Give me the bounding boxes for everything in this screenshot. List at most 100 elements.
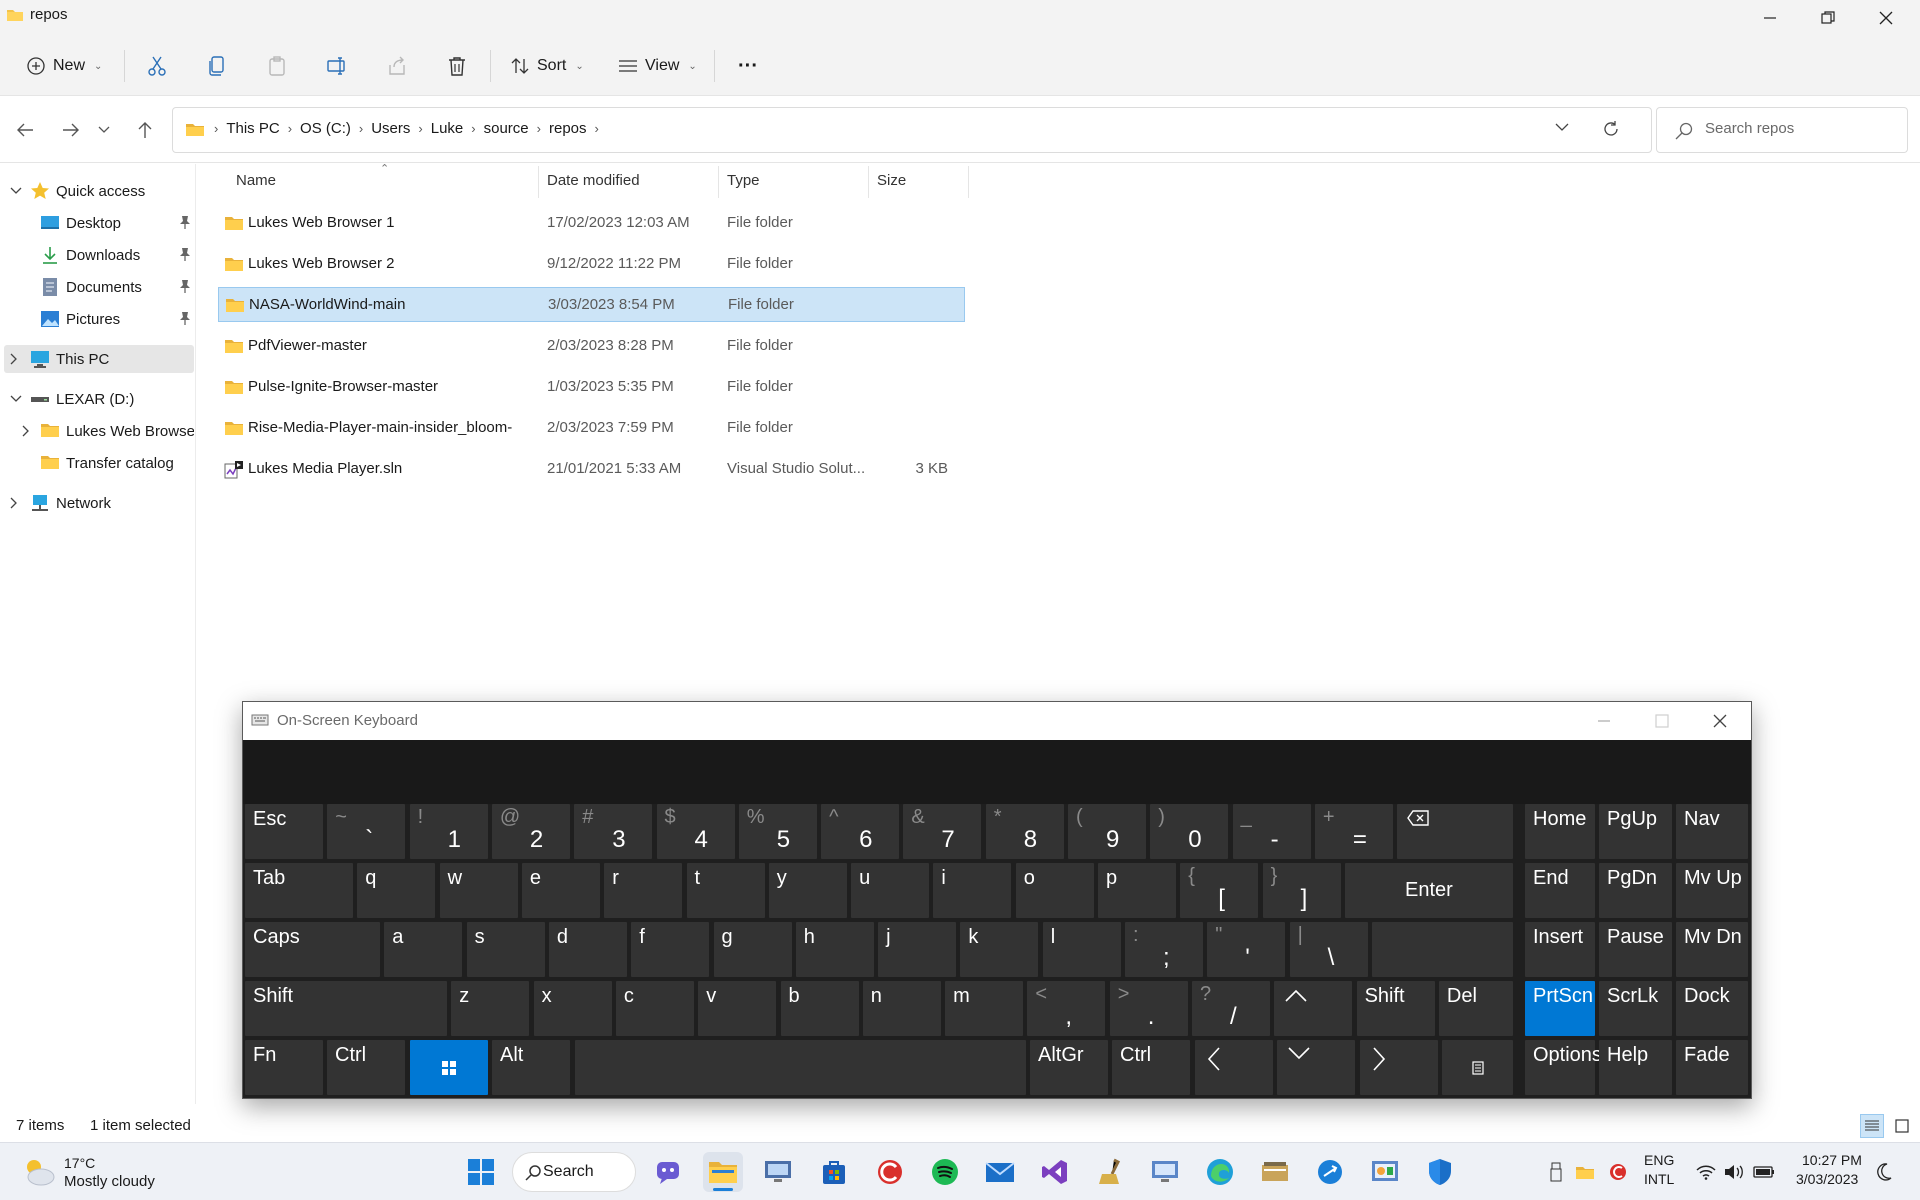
key-symbol[interactable]: ~ ` [327, 804, 406, 859]
key-4[interactable]: $4 [656, 804, 735, 859]
column-size[interactable]: Size [877, 172, 906, 189]
file-row[interactable]: Rise-Media-Player-main-insider_bloom- 2/… [218, 411, 965, 446]
key-del[interactable]: Del [1438, 981, 1513, 1036]
chevron-down-icon[interactable] [10, 395, 24, 403]
key-o[interactable]: o [1015, 863, 1094, 918]
column-divider[interactable] [538, 166, 539, 198]
key-3[interactable]: #3 [574, 804, 653, 859]
key-v[interactable]: v [698, 981, 777, 1036]
key-symbol[interactable]: {[ [1180, 863, 1259, 918]
key-symbol[interactable]: + = [1314, 804, 1393, 859]
key-k[interactable]: k [960, 922, 1039, 977]
file-row[interactable]: PdfViewer-master 2/03/2023 8:28 PM File … [218, 329, 965, 364]
file-explorer-app-icon[interactable] [703, 1152, 743, 1192]
key-esc[interactable]: Esc [245, 804, 323, 859]
chevron-right-icon[interactable]: › [592, 121, 602, 136]
thumbnail-view-button[interactable] [1890, 1114, 1914, 1138]
key-home[interactable]: Home [1525, 804, 1595, 859]
nav-desktop[interactable]: Desktop [4, 209, 194, 237]
new-button[interactable]: New ⌄ [26, 48, 102, 84]
key-7[interactable]: & 7 [903, 804, 982, 859]
key-altgr[interactable]: AltGr [1030, 1040, 1108, 1095]
key-1[interactable]: ! 1 [409, 804, 488, 859]
key-fn[interactable]: Fn [245, 1040, 323, 1095]
osk-minimize-button[interactable] [1575, 702, 1633, 740]
key-enter-extension[interactable] [1371, 922, 1513, 977]
key-0[interactable]: ) 0 [1150, 804, 1229, 859]
column-divider[interactable] [968, 166, 969, 198]
chevron-right-icon[interactable]: › [468, 121, 478, 136]
column-divider[interactable] [868, 166, 869, 198]
key-pgdn[interactable]: PgDn [1599, 863, 1672, 918]
edge-app-icon[interactable] [1200, 1152, 1240, 1192]
paste-button[interactable] [266, 48, 288, 84]
breadcrumb-this-pc[interactable]: This PC [221, 120, 284, 137]
key-end[interactable]: End [1525, 863, 1595, 918]
battery-icon[interactable] [1752, 1152, 1776, 1192]
key-windows[interactable] [410, 1040, 488, 1095]
breadcrumb-source[interactable]: source [479, 120, 534, 137]
file-row[interactable]: Lukes Web Browser 2 9/12/2022 11:22 PM F… [218, 247, 965, 282]
key-h[interactable]: h [795, 922, 874, 977]
sync-app-icon[interactable] [1310, 1152, 1350, 1192]
visual-studio-app-icon[interactable] [1035, 1152, 1075, 1192]
key-b[interactable]: b [780, 981, 859, 1036]
key-space[interactable] [575, 1040, 1026, 1095]
nav-lexar-drive[interactable]: LEXAR (D:) [4, 385, 194, 413]
key-y[interactable]: y [768, 863, 847, 918]
breadcrumb-users[interactable]: Users [366, 120, 415, 137]
forward-button[interactable] [54, 113, 88, 147]
clock-time[interactable]: 10:27 PM [1802, 1152, 1862, 1168]
key-6[interactable]: ^ 6 [821, 804, 900, 859]
key-a[interactable]: a [384, 922, 463, 977]
language-code[interactable]: ENG [1644, 1152, 1674, 1168]
key-j[interactable]: j [878, 922, 957, 977]
file-row[interactable]: Lukes Web Browser 1 17/02/2023 12:03 AM … [218, 206, 965, 241]
ccleaner-app-icon[interactable] [870, 1152, 910, 1192]
key-symbol[interactable]: <, [1027, 981, 1106, 1036]
key-5[interactable]: % 5 [738, 804, 817, 859]
delete-button[interactable] [446, 48, 468, 84]
chevron-down-icon[interactable] [10, 187, 24, 195]
column-date-modified[interactable]: Date modified [547, 172, 640, 189]
key-8[interactable]: * 8 [985, 804, 1064, 859]
nav-downloads[interactable]: Downloads [4, 241, 194, 269]
usb-tray-icon[interactable] [1545, 1152, 1567, 1192]
key-f[interactable]: f [631, 922, 710, 977]
control-panel-app-icon[interactable] [1365, 1152, 1405, 1192]
key-pgup[interactable]: PgUp [1599, 804, 1672, 859]
nav-transfer-catalog[interactable]: Transfer catalog [4, 449, 194, 477]
sort-button[interactable]: Sort ⌄ [510, 48, 584, 84]
key-w[interactable]: w [439, 863, 518, 918]
key-9[interactable]: (9 [1068, 804, 1146, 859]
share-button[interactable] [386, 48, 408, 84]
chevron-right-icon[interactable] [22, 425, 36, 437]
key-n[interactable]: n [862, 981, 941, 1036]
file-row[interactable]: Pulse-Ignite-Browser-master 1/03/2023 5:… [218, 370, 965, 405]
file-row-selected[interactable]: NASA-WorldWind-main 3/03/2023 8:54 PM Fi… [218, 287, 965, 322]
nav-lukes-web-browser[interactable]: Lukes Web Browser [4, 417, 194, 445]
key-p[interactable]: p [1098, 863, 1176, 918]
key-alt[interactable]: Alt [492, 1040, 570, 1095]
key-tab[interactable]: Tab [245, 863, 353, 918]
key-symbol[interactable]: :; [1125, 922, 1203, 977]
nav-this-pc[interactable]: This PC [4, 345, 194, 373]
key-help[interactable]: Help [1599, 1040, 1672, 1095]
restore-button[interactable] [1800, 0, 1856, 36]
chevron-right-icon[interactable]: › [285, 121, 295, 136]
key-symbol[interactable]: _ - [1232, 804, 1311, 859]
key-q[interactable]: q [357, 863, 436, 918]
key-m[interactable]: m [945, 981, 1024, 1036]
rename-button[interactable] [326, 48, 348, 84]
key-right-arrow[interactable] [1360, 1040, 1438, 1095]
key-fade[interactable]: Fade [1676, 1040, 1748, 1095]
start-button[interactable] [461, 1152, 501, 1192]
file-row[interactable]: Lukes Media Player.sln 21/01/2021 5:33 A… [218, 452, 965, 487]
key-down-arrow[interactable] [1277, 1040, 1355, 1095]
taskbar-search[interactable]: Search [512, 1152, 636, 1192]
key-g[interactable]: g [713, 922, 792, 977]
volume-icon[interactable] [1722, 1152, 1746, 1192]
key-z[interactable]: z [451, 981, 530, 1036]
recent-locations-button[interactable] [92, 113, 116, 147]
key-u[interactable]: u [851, 863, 930, 918]
